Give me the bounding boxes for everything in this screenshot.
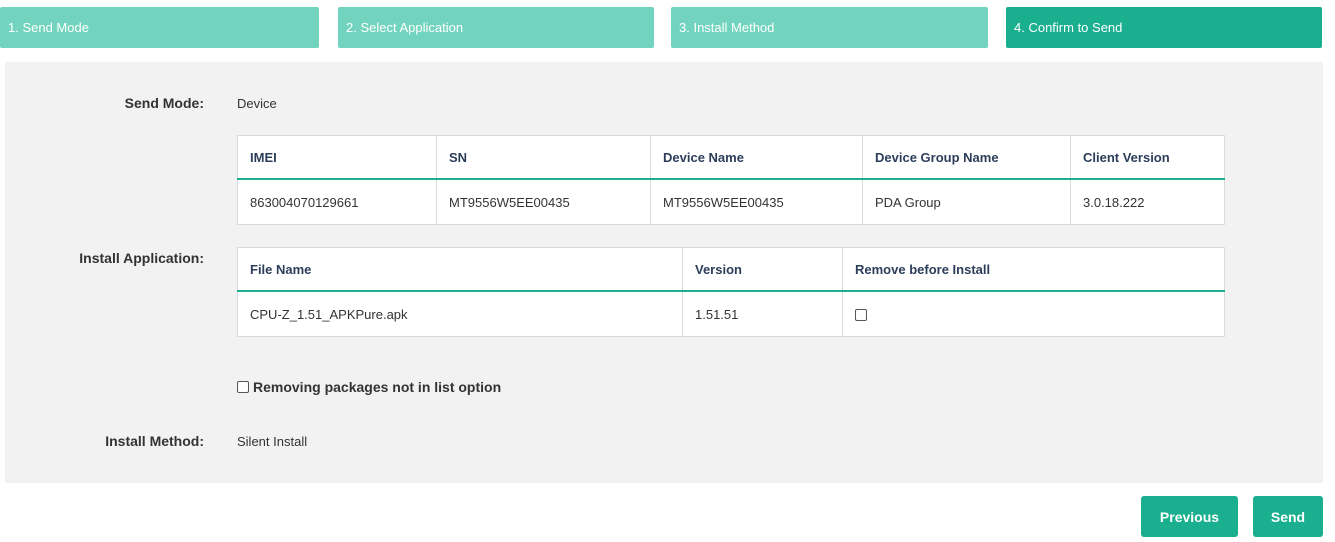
column-header-file-name: File Name: [237, 247, 683, 292]
remove-packages-option[interactable]: Removing packages not in list option: [237, 379, 501, 395]
install-method-label: Install Method:: [105, 433, 204, 449]
install-method-value: Silent Install: [237, 434, 308, 449]
remove-packages-checkbox[interactable]: [237, 381, 249, 394]
cell-file-name: CPU-Z_1.51_APKPure.apk: [237, 290, 683, 337]
previous-button[interactable]: Previous: [1141, 496, 1238, 537]
device-table-header: IMEI SN Device Name Device Group Name Cl…: [237, 135, 1225, 180]
step-install-method[interactable]: 3. Install Method: [671, 7, 988, 48]
step-confirm-to-send[interactable]: 4. Confirm to Send: [1006, 7, 1322, 48]
remove-packages-label: Removing packages not in list option: [253, 379, 502, 395]
wizard-steps: 1. Send Mode 2. Select Application 3. In…: [0, 7, 1335, 48]
cell-device-name: MT9556W5EE00435: [650, 178, 863, 225]
application-table-header: File Name Version Remove before Install: [237, 247, 1225, 292]
column-header-device-group-name: Device Group Name: [862, 135, 1071, 180]
column-header-client-version: Client Version: [1070, 135, 1225, 180]
cell-imei: 863004070129661: [237, 178, 437, 225]
cell-sn: MT9556W5EE00435: [436, 178, 651, 225]
send-mode-label: Send Mode:: [124, 95, 204, 111]
install-application-label: Install Application:: [79, 250, 204, 266]
cell-device-group-name: PDA Group: [862, 178, 1071, 225]
column-header-device-name: Device Name: [650, 135, 863, 180]
column-header-remove-before-install: Remove before Install: [842, 247, 1225, 292]
cell-client-version: 3.0.18.222: [1070, 178, 1225, 225]
send-button[interactable]: Send: [1253, 496, 1323, 537]
table-row: CPU-Z_1.51_APKPure.apk 1.51.51: [237, 290, 1225, 337]
send-mode-value: Device: [237, 96, 277, 111]
device-table: IMEI SN Device Name Device Group Name Cl…: [237, 135, 1225, 225]
step-send-mode[interactable]: 1. Send Mode: [0, 7, 319, 48]
application-table: File Name Version Remove before Install …: [237, 247, 1225, 337]
column-header-imei: IMEI: [237, 135, 437, 180]
remove-before-install-checkbox[interactable]: [855, 309, 867, 322]
column-header-version: Version: [682, 247, 843, 292]
column-header-sn: SN: [436, 135, 651, 180]
step-select-application[interactable]: 2. Select Application: [338, 7, 654, 48]
cell-version: 1.51.51: [682, 290, 843, 337]
table-row: 863004070129661 MT9556W5EE00435 MT9556W5…: [237, 178, 1225, 225]
cell-remove-before-install: [842, 290, 1225, 337]
